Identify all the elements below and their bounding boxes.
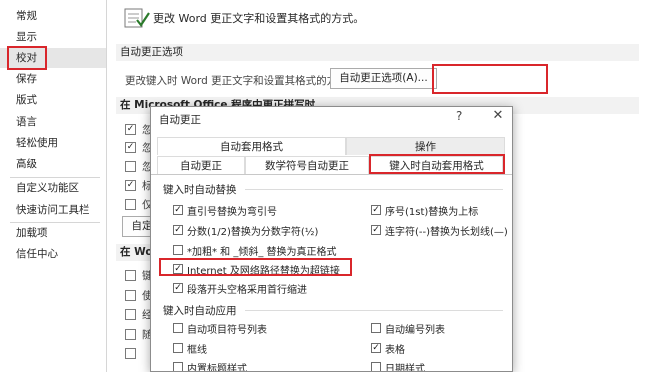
heading-styles-checkbox[interactable] — [173, 362, 183, 371]
tab-autocorrect[interactable]: 自动更正 — [157, 156, 245, 174]
ordinals-checkbox[interactable]: ✓ — [371, 205, 381, 215]
sidebar-item-quick-access[interactable]: 快速访问工具栏 — [0, 200, 106, 220]
sidebar-item-proofing[interactable]: 校对 — [0, 48, 106, 68]
date-styles-checkbox[interactable] — [371, 362, 381, 371]
word-check-3[interactable] — [125, 309, 136, 320]
sidebar-item-accessibility[interactable]: 轻松使用 — [0, 133, 106, 153]
first-indent-label: 段落开头空格采用首行缩进 — [187, 285, 307, 296]
apply-group-line — [245, 310, 503, 311]
word-check-1[interactable] — [125, 270, 136, 281]
date-styles-label: 日期样式 — [385, 364, 425, 372]
bold-italic-checkbox[interactable] — [173, 245, 183, 255]
heading-styles-label: 内置标题样式 — [187, 364, 247, 372]
hyperlinks-checkbox[interactable]: ✓ — [173, 264, 183, 274]
office-check-3[interactable] — [125, 161, 136, 172]
close-icon[interactable]: ✕ — [490, 108, 506, 124]
tables-checkbox[interactable]: ✓ — [371, 343, 381, 353]
office-check-4[interactable]: ✓ — [125, 180, 136, 191]
hyphens-label: 连字符(--)替换为长划线(—) — [385, 227, 508, 238]
bulleted-list-checkbox[interactable] — [173, 323, 183, 333]
sidebar-item-display[interactable]: 显示 — [0, 27, 106, 47]
hyphens-checkbox[interactable]: ✓ — [371, 225, 381, 235]
border-lines-label: 框线 — [187, 345, 207, 356]
fractions-label: 分数(1/2)替换为分数字符(½) — [187, 227, 319, 238]
bold-italic-label: *加粗* 和 _倾斜_ 替换为真正格式 — [187, 247, 337, 258]
autocorrect-section-header: 自动更正选项 — [116, 44, 639, 61]
straight-quotes-label: 直引号替换为弯引号 — [187, 207, 277, 218]
numbered-list-label: 自动编号列表 — [385, 325, 445, 336]
sidebar-item-advanced[interactable]: 高级 — [0, 154, 106, 174]
sidebar-item-customize-ribbon[interactable]: 自定义功能区 — [0, 178, 106, 198]
autocorrect-button-highlight — [432, 64, 548, 94]
proofing-abc-icon — [124, 8, 150, 28]
sidebar-item-general[interactable]: 常规 — [0, 6, 106, 26]
office-check-1[interactable]: ✓ — [125, 124, 136, 135]
replace-group-line — [245, 189, 503, 190]
tab-actions[interactable]: 操作 — [346, 137, 505, 155]
tab-autoformat-as-you-type[interactable]: 键入时自动套用格式 — [370, 156, 503, 175]
ordinals-label: 序号(1st)替换为上标 — [385, 207, 479, 218]
autocorrect-dialog: 自动更正 ? ✕ 自动套用格式 操作 自动更正 数学符号自动更正 键入时自动套用… — [150, 106, 513, 372]
word-spelling-section-title: 在 Wo — [120, 246, 153, 258]
tab-strip-border — [151, 174, 512, 175]
proofing-intro-text: 更改 Word 更正文字和设置其格式的方式。 — [153, 12, 365, 25]
sidebar-item-trust-center[interactable]: 信任中心 — [0, 244, 106, 264]
office-check-5[interactable] — [125, 199, 136, 210]
sidebar-item-addins[interactable]: 加载项 — [0, 223, 106, 243]
tab-math-autocorrect[interactable]: 数学符号自动更正 — [245, 156, 369, 174]
sidebar-item-language[interactable]: 语言 — [0, 112, 106, 132]
options-sidebar: 常规 显示 校对 保存 版式 语言 轻松使用 高级 自定义功能区 快速访问工具栏… — [0, 0, 107, 372]
autocorrect-description: 更改键入时 Word 更正文字和设置其格式的方式： — [125, 75, 359, 87]
sidebar-item-layout[interactable]: 版式 — [0, 90, 106, 110]
replace-group-title: 键入时自动替换 — [163, 184, 237, 196]
office-check-2[interactable]: ✓ — [125, 142, 136, 153]
fractions-checkbox[interactable]: ✓ — [173, 225, 183, 235]
word-check-4[interactable] — [125, 329, 136, 340]
hyperlinks-label: Internet 及网络路径替换为超链接 — [187, 266, 340, 277]
border-lines-checkbox[interactable] — [173, 343, 183, 353]
tables-label: 表格 — [385, 345, 405, 356]
apply-group-title: 键入时自动应用 — [163, 305, 237, 317]
straight-quotes-checkbox[interactable]: ✓ — [173, 205, 183, 215]
sidebar-item-save[interactable]: 保存 — [0, 69, 106, 89]
autocorrect-options-button[interactable]: 自动更正选项(A)... — [330, 68, 437, 89]
first-indent-checkbox[interactable]: ✓ — [173, 283, 183, 293]
bulleted-list-label: 自动项目符号列表 — [187, 325, 267, 336]
help-icon[interactable]: ? — [456, 109, 462, 123]
word-check-5[interactable] — [125, 348, 136, 359]
word-check-2[interactable] — [125, 290, 136, 301]
tab-autoformat[interactable]: 自动套用格式 — [157, 137, 346, 155]
numbered-list-checkbox[interactable] — [371, 323, 381, 333]
dialog-title: 自动更正 — [159, 114, 201, 126]
